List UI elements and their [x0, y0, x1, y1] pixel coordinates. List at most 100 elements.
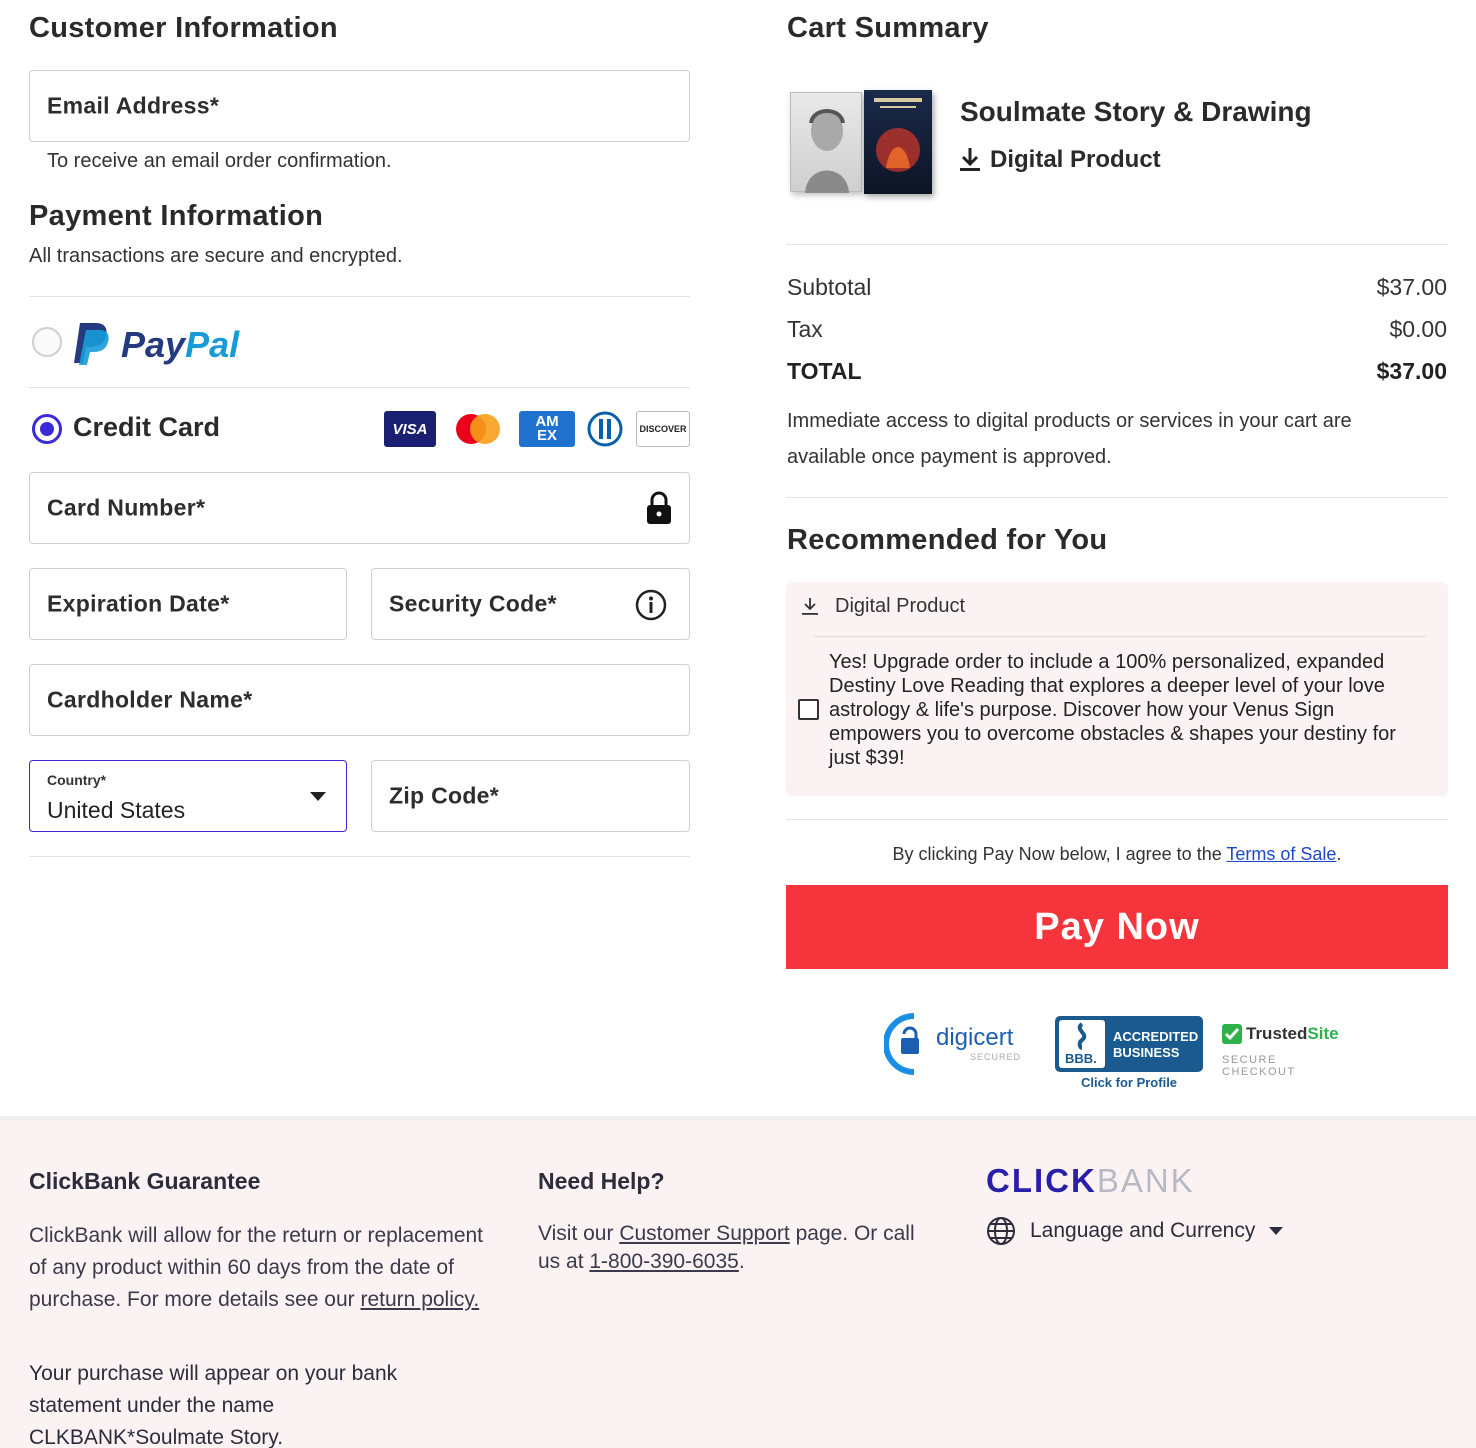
tax-value: $0.00 [1389, 316, 1447, 342]
bbb-line2: BUSINESS [1113, 1045, 1180, 1060]
cart-summary-heading: Cart Summary [787, 12, 989, 44]
bank-statement-text: Your purchase will appear on your bank s… [29, 1362, 398, 1448]
digicert-badge[interactable]: digicert SECURED [884, 1012, 1040, 1076]
guarantee-text: ClickBank will allow for the return or r… [29, 1220, 499, 1316]
phone-link[interactable]: 1-800-390-6035 [589, 1250, 738, 1273]
country-select[interactable]: Country* United States [29, 760, 347, 832]
total-row: TOTAL $37.00 [787, 358, 1447, 385]
mastercard-icon [456, 414, 500, 444]
security-code-field[interactable]: Security Code* [371, 568, 690, 640]
product-image [790, 88, 936, 200]
bbb-line1: ACCREDITED [1113, 1029, 1199, 1044]
help-prefix: Visit our [538, 1222, 620, 1245]
payment-subtext: All transactions are secure and encrypte… [29, 245, 403, 267]
cardholder-name-field[interactable]: Cardholder Name* [29, 664, 690, 736]
zip-code-label: Zip Code* [389, 782, 500, 809]
upsell-checkbox[interactable] [798, 699, 819, 720]
book-cover-image [864, 90, 932, 194]
chevron-down-icon [1269, 1226, 1284, 1235]
trustedsite-name-b: Site [1307, 1024, 1339, 1043]
product-type: Digital Product [960, 146, 1161, 174]
email-hint: To receive an email order confirmation. [47, 150, 392, 172]
customer-support-link[interactable]: Customer Support [619, 1222, 789, 1245]
language-currency-label: Language and Currency [1030, 1219, 1256, 1242]
tax-row: Tax $0.00 [787, 316, 1447, 343]
subtotal-value: $37.00 [1376, 274, 1447, 300]
digicert-name: digicert [936, 1024, 1014, 1051]
digicert-subtext: SECURED [970, 1052, 1022, 1062]
divider [29, 856, 690, 857]
divider [814, 636, 1426, 637]
trustedsite-name-a: Trusted [1246, 1024, 1308, 1043]
trustedsite-subtext: SECURE CHECKOUT [1222, 1054, 1296, 1078]
card-number-field[interactable]: Card Number* [29, 472, 690, 544]
tax-label: Tax [787, 316, 823, 342]
paypal-wordmark-pay: Pay [121, 324, 186, 365]
trustedsite-badge[interactable]: TrustedSite SECURE CHECKOUT [1216, 1018, 1348, 1078]
email-field[interactable]: Email Address* [29, 70, 690, 142]
chevron-down-icon [310, 792, 326, 801]
help-suffix: . [738, 1250, 745, 1273]
diners-club-icon [587, 411, 623, 447]
terms-text: By clicking Pay Now below, I agree to th… [786, 844, 1448, 865]
bbb-badge[interactable]: BBB. ACCREDITED BUSINESS [1055, 1016, 1203, 1072]
digicert-lock-icon [884, 1013, 919, 1075]
divider [786, 497, 1448, 498]
sketch-portrait-image [790, 92, 862, 193]
customer-info-heading: Customer Information [29, 12, 338, 44]
cardholder-name-label: Cardholder Name* [47, 686, 253, 713]
recommended-heading: Recommended for You [787, 524, 1108, 556]
paypal-wordmark-pal: Pal [185, 324, 240, 365]
amex-icon: AM EX [519, 411, 575, 447]
visa-icon: VISA [384, 411, 436, 447]
email-label: Email Address* [47, 92, 220, 119]
subtotal-label: Subtotal [787, 274, 872, 300]
expiration-date-label: Expiration Date* [47, 590, 230, 617]
language-currency-selector[interactable]: Language and Currency [986, 1216, 1284, 1246]
clickbank-logo-a: CLICK [986, 1162, 1097, 1199]
help-heading: Need Help? [538, 1168, 665, 1194]
zip-code-field[interactable]: Zip Code* [371, 760, 690, 832]
credit-card-radio[interactable] [32, 414, 62, 444]
bbb-logo-icon: BBB. [1059, 1020, 1105, 1068]
download-icon [960, 148, 980, 171]
paypal-radio[interactable] [32, 327, 62, 357]
help-text: Visit our Customer Support page. Or call… [538, 1220, 938, 1276]
access-note: Immediate access to digital products or … [787, 410, 1352, 468]
terms-of-sale-link[interactable]: Terms of Sale [1226, 844, 1336, 864]
discover-icon: DISCOVER [636, 411, 690, 447]
country-label: Country* [47, 772, 107, 788]
upsell-offer-text: Yes! Upgrade order to include a 100% per… [829, 651, 1396, 769]
lock-icon [647, 491, 671, 524]
card-number-label: Card Number* [47, 494, 206, 521]
paypal-option[interactable]: PayPal [29, 310, 690, 380]
paypal-wordmark: PayPal [121, 324, 239, 366]
pay-now-button[interactable]: Pay Now [786, 885, 1448, 969]
upsell-card: Digital Product Yes! Upgrade order to in… [786, 582, 1448, 796]
return-policy-link[interactable]: return policy. [361, 1288, 480, 1311]
terms-suffix: . [1336, 844, 1342, 864]
check-icon [1222, 1024, 1242, 1044]
terms-prefix: By clicking Pay Now below, I agree to th… [892, 844, 1227, 864]
divider [786, 244, 1448, 245]
product-title: Soulmate Story & Drawing [960, 96, 1312, 127]
trustedsite-name: TrustedSite [1246, 1024, 1339, 1044]
guarantee-heading: ClickBank Guarantee [29, 1168, 261, 1194]
credit-card-option[interactable]: Credit Card VISA AM EX DISCOVER [29, 400, 690, 460]
paypal-icon [74, 323, 109, 365]
credit-card-label: Credit Card [73, 412, 221, 442]
info-icon[interactable] [635, 589, 667, 621]
bbb-text: ACCREDITED BUSINESS [1113, 1029, 1198, 1061]
clickbank-logo-b: BANK [1096, 1162, 1195, 1199]
download-icon [802, 598, 818, 615]
bbb-profile-link[interactable]: Click for Profile [1055, 1075, 1203, 1090]
clickbank-logo: CLICKBANK [986, 1162, 1195, 1200]
divider [29, 387, 690, 388]
bbb-mark: BBB. [1065, 1051, 1097, 1066]
divider [29, 296, 690, 297]
footer: ClickBank Guarantee ClickBank will allow… [0, 1116, 1476, 1448]
upsell-type: Digital Product [835, 595, 966, 617]
payment-info-heading: Payment Information [29, 200, 324, 232]
expiration-date-field[interactable]: Expiration Date* [29, 568, 347, 640]
product-type-label: Digital Product [990, 146, 1161, 173]
